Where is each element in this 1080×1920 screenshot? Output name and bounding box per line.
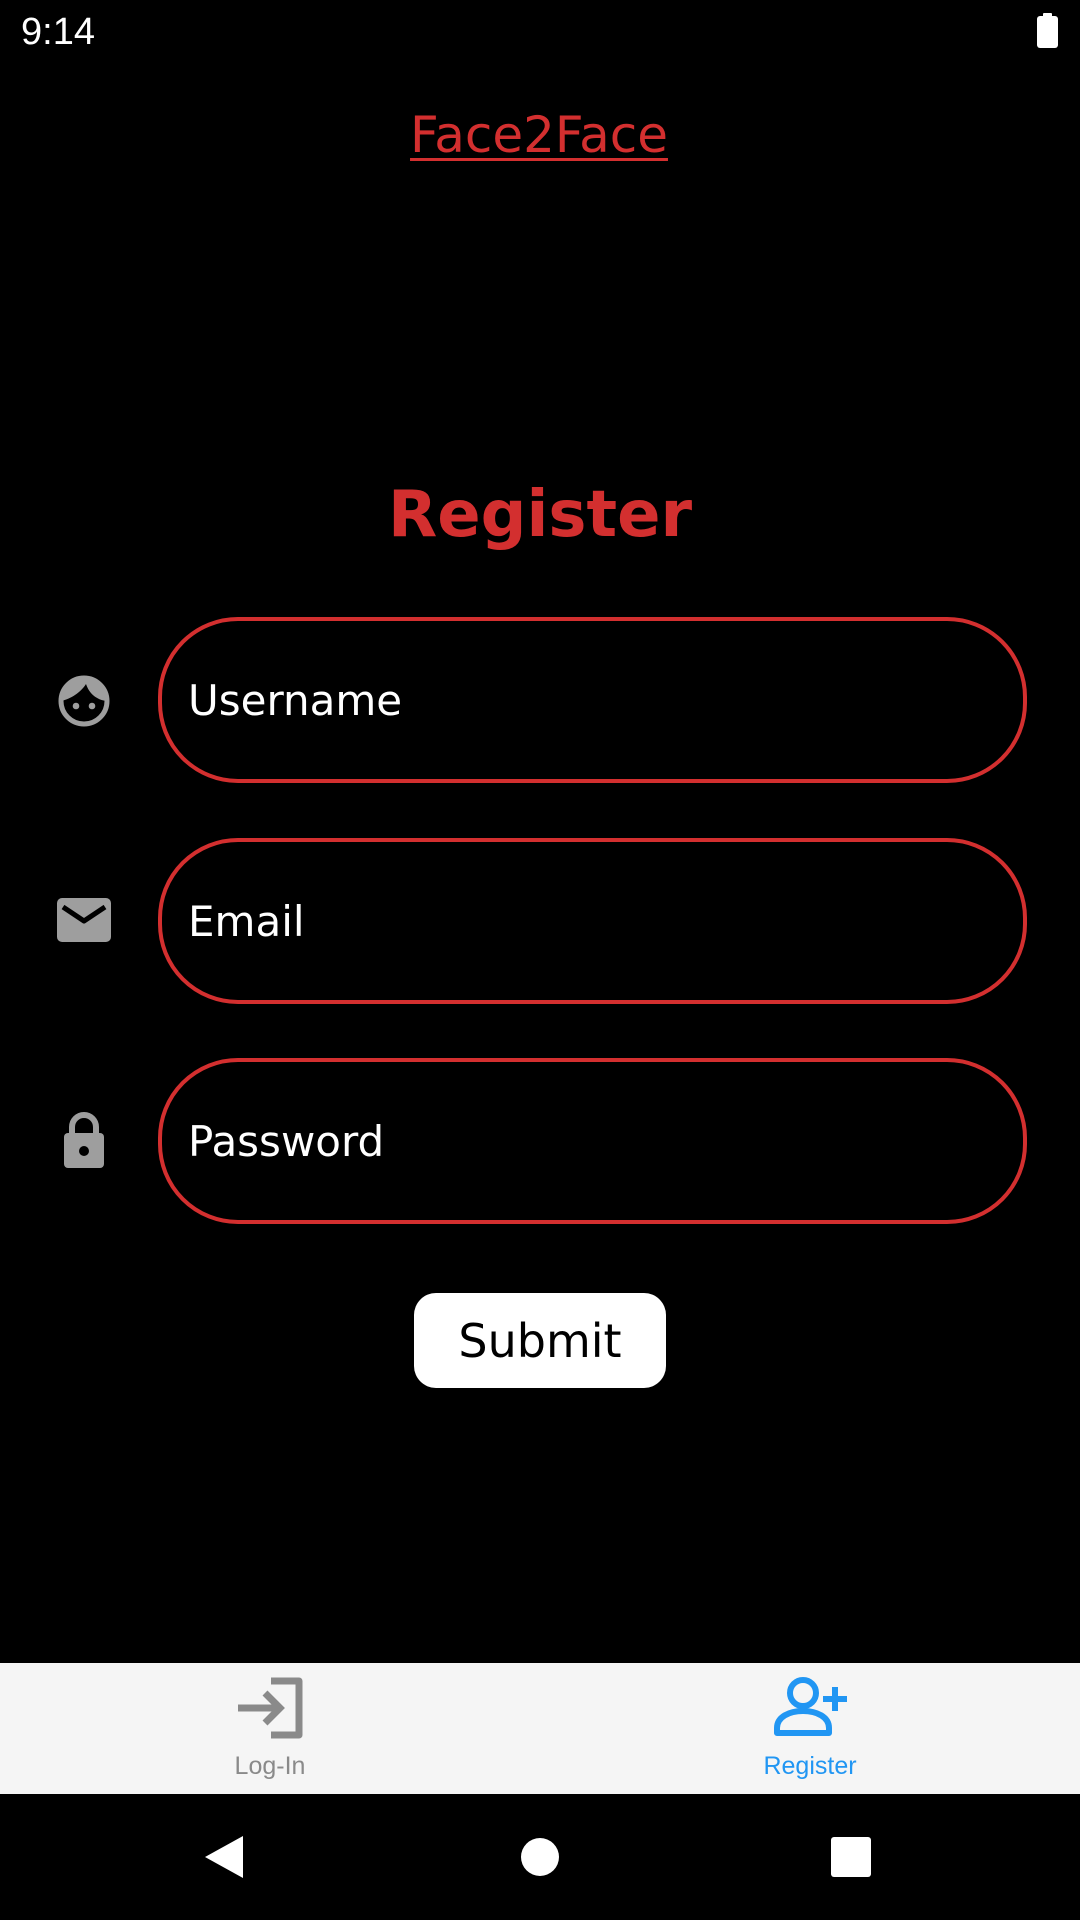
email-field[interactable]: [158, 838, 1027, 1004]
back-icon[interactable]: [203, 1834, 245, 1884]
lock-icon: [56, 1110, 112, 1174]
login-icon: [233, 1673, 309, 1743]
username-input[interactable]: [188, 621, 988, 779]
tab-log-in-label: Log-In: [234, 1752, 306, 1780]
tab-register-label: Register: [763, 1752, 857, 1780]
password-input[interactable]: [188, 1062, 988, 1220]
status-bar: 9:14: [0, 0, 1080, 63]
tab-register[interactable]: Register: [540, 1663, 1080, 1794]
person-add-icon: [773, 1673, 849, 1743]
page-title: Register: [387, 478, 693, 552]
system-navigation-bar: [0, 1794, 1080, 1920]
email-icon: [56, 897, 112, 947]
home-icon[interactable]: [520, 1795, 560, 1881]
recents-icon[interactable]: [831, 1837, 871, 1881]
email-input[interactable]: [188, 842, 988, 1000]
battery-full-icon: [1037, 13, 1058, 48]
password-field[interactable]: [158, 1058, 1027, 1224]
status-time: 9:14: [21, 11, 95, 53]
face-icon: [56, 673, 112, 733]
submit-button[interactable]: Submit: [414, 1293, 666, 1388]
username-field[interactable]: [158, 617, 1027, 783]
app-title-link[interactable]: Face2Face: [0, 100, 1078, 170]
register-screen: 9:14 Face2Face Register Username Email S…: [0, 0, 1080, 1920]
bottom-navigation: Log-In Register: [0, 1663, 1080, 1794]
tab-log-in[interactable]: Log-In: [0, 1663, 540, 1794]
